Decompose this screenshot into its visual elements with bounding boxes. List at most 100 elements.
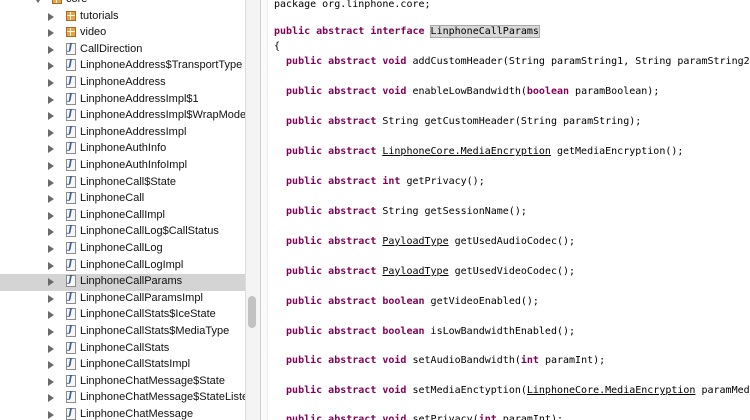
code-token: package org.linphone.core; [274,0,431,10]
tree-item-tutorials[interactable]: tutorials [0,9,245,26]
tree-item-linphonecallimpl[interactable]: LinphoneCallImpl [0,208,245,225]
keyword-token: int [478,414,497,420]
keyword-token: public abstract [274,266,383,277]
keyword-token: public abstract [274,146,383,157]
tree-item-linphonecallstats-icestate[interactable]: LinphoneCallStats$IceState [0,307,245,324]
expand-arrow-icon[interactable] [48,128,54,137]
expand-arrow-icon[interactable] [48,377,54,386]
expand-arrow-icon[interactable] [48,145,54,154]
tree-item-linphonecallparamsimpl[interactable]: LinphoneCallParamsImpl [0,291,245,308]
collapse-arrow-icon[interactable] [34,0,42,3]
expand-arrow-icon[interactable] [48,45,54,54]
expand-arrow-icon[interactable] [48,278,54,287]
code-line[interactable]: public abstract PayloadType getUsedAudio… [274,235,575,248]
tree-item-linphonechatmessage-state[interactable]: LinphoneChatMessage$State [0,374,245,391]
tree-item-linphonechatmessage[interactable]: LinphoneChatMessage [0,407,245,420]
keyword-token: public abstract void [274,355,413,366]
expand-arrow-icon[interactable] [48,112,54,121]
code-editor[interactable]: package org.linphone.core; public abstrac… [261,0,750,420]
java-class-icon [66,175,76,188]
tree-item-label: LinphoneCallParams [80,275,183,288]
expand-arrow-icon[interactable] [48,195,54,204]
expand-arrow-icon[interactable] [48,211,54,220]
type-reference[interactable]: LinphoneCore.MediaEncryption [527,385,696,396]
code-token: getPrivacy(); [406,176,485,187]
tree-scrollbar-thumb[interactable] [248,296,256,328]
expand-arrow-icon[interactable] [48,328,54,336]
code-line[interactable]: public abstract int getPrivacy(); [274,175,485,188]
tree-item-linphonecall-state[interactable]: LinphoneCall$State [0,175,245,192]
tree-item-calldirection[interactable]: CallDirection [0,42,245,59]
expand-arrow-icon[interactable] [48,228,54,237]
code-line[interactable]: public abstract interface LinphoneCallPa… [274,25,540,38]
type-reference[interactable]: PayloadType [382,236,448,247]
code-line[interactable]: { [274,40,280,53]
code-token: addCustomHeader(String paramString1, Str… [412,56,750,67]
code-line[interactable]: public abstract LinphoneCore.MediaEncryp… [274,145,683,158]
tree-item-label: LinphoneCallLog [80,242,163,254]
java-class-icon [66,391,76,404]
tree-item-label: LinphoneCallStats$MediaType [80,325,230,337]
tree-scrollbar[interactable] [245,0,260,420]
type-reference[interactable]: LinphoneCore.MediaEncryption [382,146,551,157]
expand-arrow-icon[interactable] [48,344,54,353]
tree-item-linphonecallstats-mediatype[interactable]: LinphoneCallStats$MediaType [0,324,245,341]
tree-item-linphoneaddressimpl[interactable]: LinphoneAddressImpl [0,125,245,142]
keyword-token: public abstract boolean [274,326,431,337]
tree-item-linphonecallstatsimpl[interactable]: LinphoneCallStatsImpl [0,357,245,374]
expand-arrow-icon[interactable] [48,95,54,104]
code-line[interactable]: public abstract boolean getVideoEnabled(… [274,295,539,308]
tree-item-linphonecall[interactable]: LinphoneCall [0,191,245,208]
tree-item-linphonecallparams[interactable]: LinphoneCallParams [0,274,245,291]
tree-item-label: LinphoneAuthInfoImpl [80,159,188,171]
expand-arrow-icon[interactable] [48,394,54,403]
code-line[interactable]: public abstract void setMediaEnctyption(… [274,384,750,397]
expand-arrow-icon[interactable] [48,361,54,370]
code-line[interactable]: public abstract void enableLowBandwidth(… [274,85,659,98]
tree-item-linphoneauthinfo[interactable]: LinphoneAuthInfo [0,141,245,158]
java-class-icon [66,92,76,105]
package-icon [66,10,76,21]
tree-item-linphoneaddressimpl-wrapmode[interactable]: LinphoneAddressImpl$WrapMode [0,108,245,125]
java-class-icon [66,125,76,138]
expand-arrow-icon[interactable] [48,294,54,303]
code-line[interactable]: public abstract void setAudioBandwidth(i… [274,354,605,367]
type-reference[interactable]: PayloadType [382,266,448,277]
expand-arrow-icon[interactable] [48,245,54,253]
tree-item-label: LinphoneCallImpl [80,208,165,221]
code-line[interactable]: package org.linphone.core; [274,0,431,11]
code-line[interactable]: public abstract void addCustomHeader(Str… [274,55,750,68]
tree-item-core[interactable]: core [0,0,245,9]
code-line[interactable]: public abstract PayloadType getUsedVideo… [274,265,575,278]
tree-item-linphoneaddress[interactable]: LinphoneAddress [0,75,245,92]
tree-item-linphonecallstats[interactable]: LinphoneCallStats [0,341,245,358]
expand-arrow-icon[interactable] [48,162,54,170]
code-token: enableLowBandwidth( [412,86,527,97]
code-line[interactable]: public abstract String getCustomHeader(S… [274,115,641,128]
tree-item-linphonechatmessage-statelistener[interactable]: LinphoneChatMessage$StateListener [0,390,245,407]
expand-arrow-icon[interactable] [48,62,54,71]
tree-item-linphoneauthinfoimpl[interactable]: LinphoneAuthInfoImpl [0,158,245,175]
tree-item-video[interactable]: video [0,25,245,42]
expand-arrow-icon[interactable] [48,79,54,87]
code-line[interactable]: public abstract String getSessionName(); [274,205,527,218]
code-line[interactable]: public abstract void setPrivacy(int para… [274,413,563,420]
expand-arrow-icon[interactable] [48,411,54,419]
code-token: String getSessionName(); [382,206,527,217]
tree-item-label: CallDirection [80,42,143,55]
tree-item-linphonecalllog[interactable]: LinphoneCallLog [0,241,245,258]
expand-arrow-icon[interactable] [48,178,54,187]
expand-arrow-icon[interactable] [48,12,54,21]
expand-arrow-icon[interactable] [48,311,54,320]
code-token: paramInt); [496,414,564,420]
tree-item-linphoneaddress-transporttype[interactable]: LinphoneAddress$TransportType [0,58,245,75]
tree-item-linphoneaddressimpl-1[interactable]: LinphoneAddressImpl$1 [0,92,245,109]
java-class-icon [66,109,76,122]
code-token: getVideoEnabled(); [430,296,539,307]
java-class-icon [66,408,76,420]
expand-arrow-icon[interactable] [48,261,54,270]
expand-arrow-icon[interactable] [48,29,54,38]
tree-item-linphonecalllogimpl[interactable]: LinphoneCallLogImpl [0,258,245,275]
tree-item-linphonecalllog-callstatus[interactable]: LinphoneCallLog$CallStatus [0,224,245,241]
code-line[interactable]: public abstract boolean isLowBandwidthEn… [274,325,575,338]
